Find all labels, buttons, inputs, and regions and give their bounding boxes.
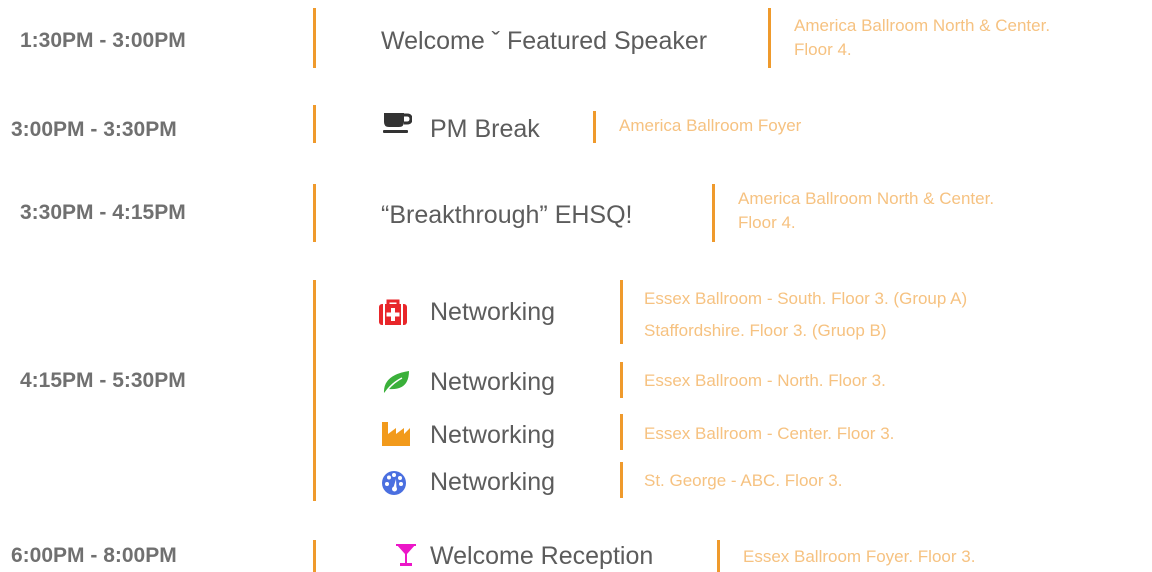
coffee-cup-icon [382, 112, 413, 134]
factory-icon [382, 420, 410, 446]
location-line: St. George - ABC. Floor 3. [644, 471, 843, 490]
leaf-icon [382, 369, 410, 395]
track-location: Essex Ballroom - South. Floor 3. (Group … [644, 283, 967, 347]
time-divider [313, 8, 316, 68]
session-title: “Breakthrough” EHSQ! [381, 201, 633, 229]
session-location: America Ballroom North & Center. Floor 4… [794, 14, 1050, 62]
location-divider [768, 8, 771, 68]
location-line: Essex Ballroom - South. Floor 3. (Group … [644, 289, 968, 308]
location-line: America Ballroom North & Center. [794, 16, 1051, 35]
location-line: Essex Ballroom - Center. Floor 3. [644, 424, 895, 443]
location-line: Staffordshire. Floor 3. (Gruop B) [644, 321, 887, 340]
location-line: Essex Ballroom Foyer. Floor 3. [743, 547, 976, 566]
session-location: America Ballroom Foyer [619, 114, 801, 138]
location-line: America Ballroom North & Center. [738, 189, 995, 208]
track-location: Essex Ballroom - Center. Floor 3. [644, 422, 894, 446]
track-title: Networking [430, 421, 556, 449]
session-time: 6:00PM - 8:00PM [11, 544, 177, 567]
session-location: America Ballroom North & Center. Floor 4… [738, 187, 994, 235]
location-divider [620, 462, 623, 498]
location-divider [593, 111, 596, 143]
location-line: Essex Ballroom - North. Floor 3. [644, 371, 886, 390]
location-divider [717, 540, 720, 572]
location-divider [620, 362, 623, 398]
time-divider [313, 280, 316, 501]
first-aid-kit-icon [379, 299, 407, 325]
track-location: St. George - ABC. Floor 3. [644, 469, 842, 493]
session-location: Essex Ballroom Foyer. Floor 3. [743, 545, 975, 569]
session-time: 1:30PM - 3:00PM [20, 29, 186, 52]
track-title: Networking [430, 298, 556, 326]
location-line: Floor 4. [794, 40, 852, 59]
time-divider [313, 184, 316, 242]
location-line: Floor 4. [738, 213, 796, 232]
session-time: 4:15PM - 5:30PM [20, 369, 186, 392]
cocktail-glass-icon [395, 543, 417, 567]
session-title: Welcome ˇ Featured Speaker [381, 27, 708, 55]
session-time: 3:30PM - 4:15PM [20, 201, 186, 224]
time-divider [313, 540, 316, 572]
track-title: Networking [430, 468, 556, 496]
track-title: Networking [430, 368, 556, 396]
session-time: 3:00PM - 3:30PM [11, 118, 177, 141]
location-divider [620, 414, 623, 450]
track-location: Essex Ballroom - North. Floor 3. [644, 369, 886, 393]
session-title: Welcome Reception [430, 542, 654, 570]
location-divider [712, 184, 715, 242]
location-divider [620, 280, 623, 344]
session-title: PM Break [430, 115, 540, 143]
dashboard-gauge-icon [380, 469, 408, 495]
location-line: America Ballroom Foyer [619, 116, 802, 135]
time-divider [313, 105, 316, 143]
